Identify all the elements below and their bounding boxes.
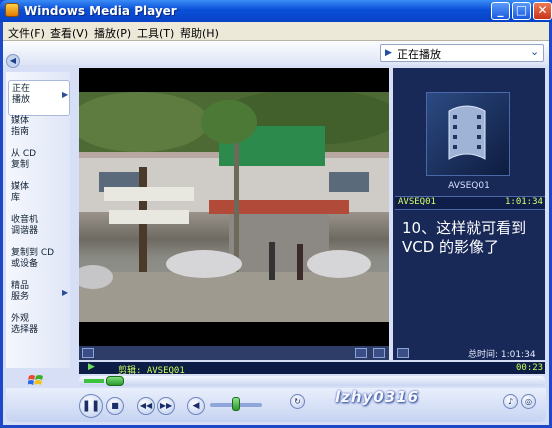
album-art xyxy=(426,92,510,176)
film-strip-icon xyxy=(448,105,486,160)
playlist-item-name: AVSEQ01 xyxy=(398,197,436,207)
pause-button[interactable]: ❚❚ xyxy=(79,394,103,418)
nav-item-now-playing[interactable]: 正在 播放 xyxy=(8,80,70,116)
nav-item-copy-to-cd[interactable]: 复制到 CD 或设备 xyxy=(8,245,68,279)
nav-item-copy-from-cd[interactable]: 从 CD 复制 xyxy=(8,146,68,180)
nav-item-media-guide[interactable]: 媒体 指南 xyxy=(8,113,68,147)
maximize-button[interactable]: □ xyxy=(512,2,531,20)
windows-media-player-icon xyxy=(5,3,19,17)
next-button[interactable]: ▶▶ xyxy=(157,397,175,415)
playlist-options-icon[interactable] xyxy=(397,348,409,358)
caption-text: 10、这样就可看到 VCD 的影像了 xyxy=(402,219,527,256)
nav-item-label: 媒体 库 xyxy=(11,182,30,203)
mini-mode-icon[interactable]: ◎ xyxy=(521,394,536,409)
elapsed-time: 00:23 xyxy=(516,363,544,373)
nav-item-label: 正在 播放 xyxy=(12,84,31,105)
playlist-item-duration: 1:01:34 xyxy=(505,197,543,207)
clip-status: 剪辑: AVSEQ01 xyxy=(118,366,185,376)
chevron-down-icon[interactable]: ⌄ xyxy=(530,45,539,58)
now-playing-label: 正在播放 xyxy=(397,48,441,61)
windows-logo-icon xyxy=(28,375,43,385)
total-time: 总时间: 1:01:34 xyxy=(468,350,536,360)
minimize-button[interactable]: _ xyxy=(491,2,510,20)
nav-item-label: 精品 服务 xyxy=(11,281,30,302)
nav-item-label: 收音机 调谐器 xyxy=(11,215,39,236)
mute-button[interactable]: ◀ xyxy=(187,397,205,415)
chevron-right-icon: ▶ xyxy=(62,288,69,297)
watermark: lzhy0316 xyxy=(335,388,420,406)
play-status-icon: ▶ xyxy=(88,362,95,372)
seek-thumb[interactable] xyxy=(106,376,124,386)
menu-help[interactable]: 帮助(H) xyxy=(180,25,219,41)
stop-button[interactable]: ■ xyxy=(106,397,124,415)
window-title: Windows Media Player xyxy=(24,4,177,18)
nav-item-radio-tuner[interactable]: 收音机 调谐器 xyxy=(8,212,68,246)
menu-tools[interactable]: 工具(T) xyxy=(137,25,174,41)
info-icon[interactable] xyxy=(82,348,94,358)
nav-item-skin-chooser[interactable]: 外观 选择器 xyxy=(8,311,68,345)
equalizer-icon[interactable]: ♪ xyxy=(503,394,518,409)
menu-file[interactable]: 文件(F) xyxy=(8,25,45,41)
menu-view[interactable]: 查看(V) xyxy=(50,25,88,41)
back-icon[interactable]: ◀ xyxy=(6,54,20,68)
album-art-label: AVSEQ01 xyxy=(448,181,490,191)
nav-item-label: 从 CD 复制 xyxy=(11,149,37,170)
nav-item-label: 复制到 CD 或设备 xyxy=(11,248,55,269)
seek-progress xyxy=(84,379,104,383)
video-toolbar xyxy=(79,346,389,360)
close-button[interactable]: ✕ xyxy=(533,2,552,20)
volume-thumb[interactable] xyxy=(232,397,240,411)
seek-bar[interactable] xyxy=(79,376,545,386)
nav-item-media-library[interactable]: 媒体 库 xyxy=(8,179,68,213)
menu-play[interactable]: 播放(P) xyxy=(94,25,131,41)
fullscreen-icon[interactable] xyxy=(355,348,367,358)
nav-item-label: 媒体 指南 xyxy=(11,116,30,137)
previous-button[interactable]: ◀◀ xyxy=(137,397,155,415)
shuffle-icon[interactable]: ↻ xyxy=(290,394,305,409)
video-frame[interactable] xyxy=(79,92,389,322)
nav-item-label: 外观 选择器 xyxy=(11,314,39,335)
video-scene xyxy=(79,92,389,322)
nav-item-premium-services[interactable]: 精品 服务 xyxy=(8,278,68,312)
now-playing-icon: ▶ xyxy=(385,48,392,58)
zoom-icon[interactable] xyxy=(373,348,385,358)
chevron-right-icon: ▶ xyxy=(62,90,69,99)
